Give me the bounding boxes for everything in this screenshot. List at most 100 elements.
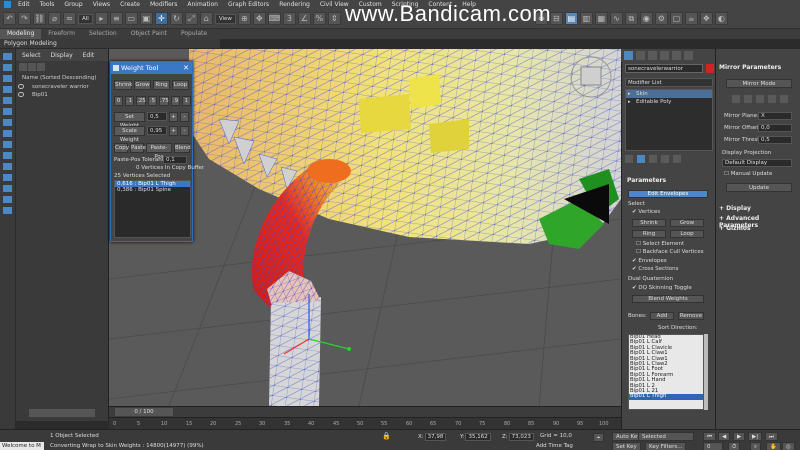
spinner-snap-icon[interactable]: ⇕	[327, 12, 341, 25]
scale-weight-input[interactable]: 0,95	[147, 126, 167, 135]
select-rotate-icon[interactable]: ↻	[169, 12, 183, 25]
mirror-parameters-rollout[interactable]: Mirror Parameters	[719, 64, 781, 71]
modify-tab-icon[interactable]	[636, 51, 645, 60]
mirror-plane-dropdown[interactable]: X	[758, 112, 792, 120]
display-all-icon[interactable]	[3, 64, 12, 71]
set-weight-input[interactable]: 0,5	[147, 112, 167, 121]
stack-item-editable-poly[interactable]: Editable Poly	[626, 98, 712, 106]
select-scale-icon[interactable]: ⤢	[184, 12, 198, 25]
orbit-icon[interactable]: ◎	[782, 442, 795, 450]
scene-menu-display[interactable]: Display	[51, 52, 73, 59]
track-bar[interactable]: 0 5 10 15 20 25 30 35 40 45 50 55 60 65 …	[109, 417, 621, 429]
display-hidden-icon[interactable]	[3, 196, 12, 203]
pan-icon[interactable]: ✋	[766, 442, 781, 450]
display-frozen-icon[interactable]	[3, 185, 12, 192]
close-icon[interactable]: ✕	[183, 62, 189, 74]
set-key-icon[interactable]: ⌖	[593, 433, 605, 442]
weight-1-button[interactable]: 1	[182, 96, 191, 106]
mirror-mode-button[interactable]: Mirror Mode	[726, 79, 792, 88]
tab-modeling[interactable]: Modeling	[0, 29, 42, 39]
set-weight-button[interactable]: Set Weight	[114, 112, 145, 129]
rect-select-icon[interactable]: ▭	[124, 12, 138, 25]
display-helpers-icon[interactable]	[3, 119, 12, 126]
envelopes-checkbox[interactable]: ✔ Envelopes	[632, 258, 667, 264]
snaps-toggle-icon[interactable]: 3	[282, 12, 296, 25]
key-filters-button[interactable]: Key Filters...	[645, 442, 687, 450]
vertices-checkbox[interactable]: ✔ Vertices	[632, 209, 660, 215]
select-by-name-icon[interactable]: ≡	[109, 12, 123, 25]
menu-create[interactable]: Create	[115, 1, 145, 8]
menu-modifiers[interactable]: Modifiers	[145, 1, 182, 8]
paste-blue-verts-icon[interactable]	[780, 95, 788, 103]
minus-icon[interactable]: -	[180, 112, 189, 122]
stack-item-skin[interactable]: Skin	[626, 90, 712, 98]
copy-button[interactable]: Copy	[114, 143, 129, 153]
paste-blue-to-green-icon[interactable]	[756, 95, 764, 103]
weight-025-button[interactable]: .25	[136, 96, 146, 106]
plus-icon[interactable]: +	[169, 126, 178, 136]
display-containers-icon[interactable]	[3, 174, 12, 181]
menu-animation[interactable]: Animation	[182, 1, 223, 8]
grow-button[interactable]: Grow	[670, 219, 704, 227]
unlink-icon[interactable]: ⌀	[48, 12, 61, 25]
weight-09-button[interactable]: .9	[171, 96, 180, 106]
tab-object-paint[interactable]: Object Paint	[124, 29, 174, 39]
loop-button[interactable]: Loop	[172, 80, 189, 90]
modifier-list-dropdown[interactable]: Modifier List	[625, 78, 713, 87]
ring-button[interactable]: Ring	[153, 80, 170, 90]
play-icon[interactable]: ▶	[733, 432, 746, 441]
scene-menu-edit[interactable]: Edit	[83, 52, 95, 59]
display-bones-icon[interactable]	[3, 163, 12, 170]
blend-button[interactable]: Blend	[174, 143, 191, 153]
reference-coordinate-dropdown[interactable]: View	[214, 13, 236, 24]
mirror-thresh-input[interactable]: 0,5	[758, 136, 792, 144]
filter-icon[interactable]	[19, 63, 27, 71]
app-logo-icon[interactable]	[4, 1, 11, 8]
dq-skinning-checkbox[interactable]: ✔ DQ Skinning Toggle	[632, 285, 692, 291]
rendered-frame-icon[interactable]: ▢	[669, 12, 683, 25]
scale-weight-button[interactable]: Scale Weight	[114, 126, 145, 143]
angle-snap-icon[interactable]: ∠	[297, 12, 311, 25]
update-button[interactable]: Update	[726, 183, 792, 192]
zoom-icon[interactable]: ⌕	[750, 442, 762, 450]
loop-button[interactable]: Loop	[670, 230, 704, 238]
bind-space-warp-icon[interactable]: ≈	[63, 12, 76, 25]
undo-icon[interactable]: ↶	[3, 12, 16, 25]
make-unique-icon[interactable]	[649, 155, 657, 163]
create-tab-icon[interactable]	[624, 51, 633, 60]
shrink-button[interactable]: Shrink	[114, 80, 132, 90]
display-spacewarps-icon[interactable]	[3, 130, 12, 137]
list-item[interactable]: Bip01	[16, 91, 108, 99]
add-bone-button[interactable]: Add	[650, 312, 674, 320]
menu-edit[interactable]: Edit	[13, 1, 35, 8]
display-geometry-icon[interactable]	[3, 75, 12, 82]
select-manipulate-icon[interactable]: ✥	[252, 12, 266, 25]
list-item[interactable]: 0,386 : Bip01 Spine	[115, 187, 190, 193]
ribbon-subtitle[interactable]: Polygon Modeling	[0, 39, 220, 48]
sort-direction-label[interactable]: Sort Direction:	[658, 325, 698, 331]
motion-tab-icon[interactable]	[660, 51, 669, 60]
parameters-rollout[interactable]: Parameters	[625, 177, 713, 185]
display-lights-icon[interactable]	[3, 97, 12, 104]
plus-icon[interactable]: +	[169, 112, 178, 122]
render-setup-icon[interactable]: ⚙	[654, 12, 668, 25]
mirror-paste-icon[interactable]	[732, 95, 740, 103]
display-none-icon[interactable]	[3, 53, 12, 60]
menu-group[interactable]: Group	[59, 1, 87, 8]
cross-sections-checkbox[interactable]: ✔ Cross Sections	[632, 266, 678, 272]
material-editor-icon[interactable]: ◉	[639, 12, 653, 25]
menu-tools[interactable]: Tools	[35, 1, 60, 8]
redo-icon[interactable]: ↷	[18, 12, 31, 25]
object-color-swatch[interactable]	[706, 64, 714, 73]
lock-selection-icon[interactable]: 🔒	[382, 432, 391, 440]
curve-editor-icon[interactable]: ∿	[609, 12, 623, 25]
object-name-field[interactable]: sonecravelerwarrior	[625, 64, 703, 73]
grow-button[interactable]: Grow	[134, 80, 151, 90]
remove-bone-button[interactable]: Remove	[678, 312, 704, 320]
y-coordinate-input[interactable]: 35,162	[465, 433, 491, 441]
gizmos-rollout[interactable]: + Gizmos	[719, 225, 751, 232]
set-key-button[interactable]: Set Key	[612, 442, 641, 450]
menu-graph-editors[interactable]: Graph Editors	[223, 1, 274, 8]
weight-01-button[interactable]: .1	[125, 96, 134, 106]
show-end-result-icon[interactable]	[637, 155, 645, 163]
